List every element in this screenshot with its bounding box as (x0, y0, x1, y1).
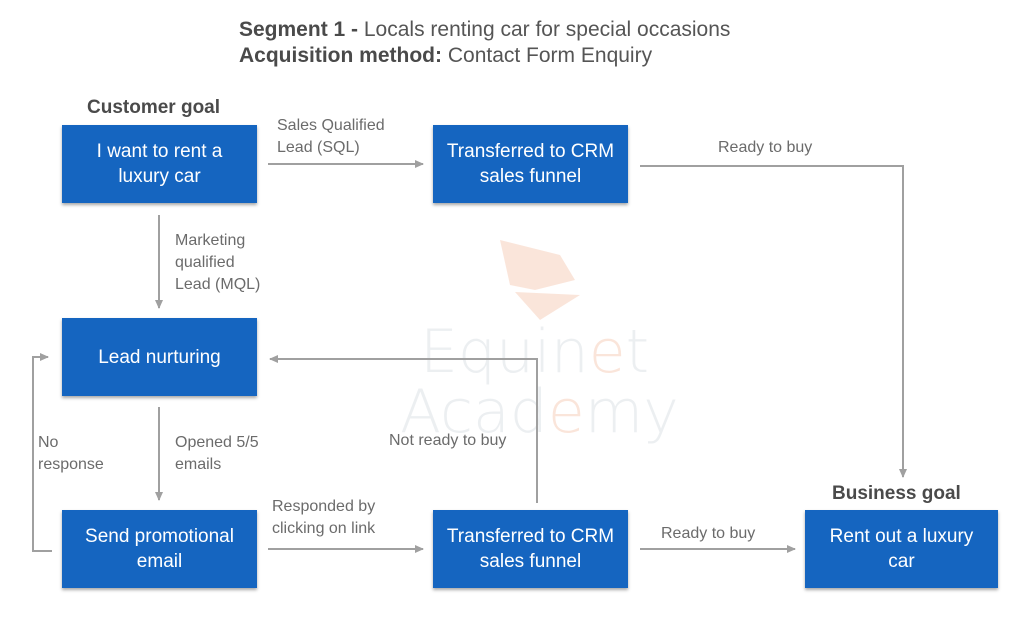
node-crm-top: Transferred to CRM sales funnel (433, 125, 628, 203)
label-responded: Responded by clicking on link (272, 498, 376, 537)
label-ready-top: Ready to buy (718, 139, 813, 156)
node-label: Transferred to CRM sales funnel (446, 526, 615, 572)
node-label: Lead nurturing (98, 346, 221, 368)
arrow-ready-top (640, 165, 907, 478)
node-label: Rent out a luxury car (829, 526, 974, 572)
node-label: I want to rent a luxury car (96, 141, 223, 187)
label-not-ready: Not ready to buy (389, 432, 507, 449)
node-label: Transferred to CRM sales funnel (446, 141, 615, 187)
node-send-email: Send promotional email (62, 510, 257, 588)
node-lead-nurturing: Lead nurturing (62, 318, 257, 396)
label-mql: Marketing qualified Lead (MQL) (175, 232, 261, 293)
node-rent-out: Rent out a luxury car (805, 510, 998, 588)
node-want-rent: I want to rent a luxury car (62, 125, 257, 203)
node-crm-bottom: Transferred to CRM sales funnel (433, 510, 628, 588)
business-goal-heading: Business goal (832, 483, 961, 504)
label-opened: Opened 5/5 emails (175, 434, 259, 473)
label-ready-bottom: Ready to buy (661, 525, 756, 542)
customer-goal-heading: Customer goal (87, 97, 221, 118)
node-label: Send promotional email (85, 526, 234, 572)
label-sql: Sales Qualified Lead (SQL) (277, 117, 385, 156)
label-no-response: No response (38, 434, 104, 473)
